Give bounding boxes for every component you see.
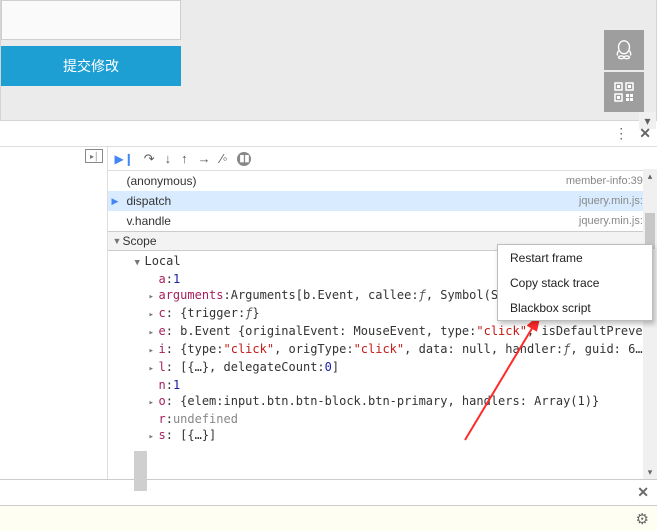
text-input-box[interactable]: [1, 0, 181, 40]
call-stack: (anonymous) member-info:397 ▶ dispatch j…: [108, 171, 657, 231]
toggle-navigator-icon[interactable]: ▸│: [85, 149, 103, 163]
frame-location: jquery.min.js:2: [579, 195, 649, 207]
scope-var[interactable]: n: 1: [116, 377, 657, 393]
scope-var[interactable]: ▸i: {type: "click", origType: "click", d…: [116, 341, 657, 359]
scroll-up-icon[interactable]: ▴: [643, 169, 657, 183]
close-icon[interactable]: ✕: [639, 125, 651, 142]
frame-location: jquery.min.js:2: [579, 215, 649, 227]
scope-var[interactable]: r: undefined: [116, 411, 657, 427]
kebab-menu-icon[interactable]: ⋮: [614, 125, 629, 142]
deactivate-breakpoints-icon[interactable]: ⁄◦: [221, 151, 228, 166]
qq-icon[interactable]: [604, 30, 644, 70]
context-menu: Restart frame Copy stack trace Blackbox …: [497, 244, 653, 321]
close-drawer-icon[interactable]: ✕: [637, 484, 649, 501]
call-stack-frame[interactable]: v.handle jquery.min.js:2: [108, 211, 657, 231]
floating-actions: [604, 30, 644, 112]
menu-restart-frame[interactable]: Restart frame: [498, 245, 652, 270]
scope-var[interactable]: ▸s: [{…}]: [116, 427, 657, 445]
frame-name: v.handle: [126, 214, 170, 228]
step-out-icon[interactable]: ↑: [181, 151, 188, 166]
scope-var[interactable]: ▸o: {elem: input.btn.btn-block.btn-prima…: [116, 393, 657, 411]
page-background: 提交修改 ▾: [0, 0, 657, 121]
console-drawer: ⚙: [0, 505, 657, 531]
menu-blackbox-script[interactable]: Blackbox script: [498, 295, 652, 320]
settings-gear-icon[interactable]: ⚙: [636, 510, 649, 528]
menu-copy-stack-trace[interactable]: Copy stack trace: [498, 270, 652, 295]
frame-name: (anonymous): [126, 174, 196, 188]
scope-var[interactable]: ▸e: b.Event {originalEvent: MouseEvent, …: [116, 323, 657, 341]
scope-title: Scope: [122, 234, 156, 248]
devtools-panel: ⋮ ✕ ▸│ ▶❙ ↷ ↓ ↑ → ⁄◦ ▮▮ (anonymous) memb…: [0, 121, 657, 531]
frame-location: member-info:397: [566, 175, 649, 187]
current-frame-icon: ▶: [111, 196, 118, 207]
drawer-bar: ✕: [0, 479, 657, 505]
call-stack-frame[interactable]: ▶ dispatch jquery.min.js:2: [108, 191, 657, 211]
debugger-toolbar: ▶❙ ↷ ↓ ↑ → ⁄◦ ▮▮: [108, 147, 657, 171]
qrcode-icon[interactable]: [604, 72, 644, 112]
step-into-icon[interactable]: ↓: [165, 151, 172, 166]
call-stack-frame[interactable]: (anonymous) member-info:397: [108, 171, 657, 191]
submit-label: 提交修改: [63, 56, 119, 76]
resume-icon[interactable]: ▶❙: [114, 152, 133, 166]
pause-exceptions-icon[interactable]: ▮▮: [237, 152, 251, 166]
step-over-icon[interactable]: ↷: [144, 151, 155, 167]
devtools-top-bar: ⋮ ✕: [0, 121, 657, 147]
submit-button[interactable]: 提交修改: [1, 46, 181, 86]
step-icon[interactable]: →: [198, 151, 211, 166]
scrollbar-vertical[interactable]: ▴ ▾: [643, 169, 657, 479]
scope-var[interactable]: ▸l: [{…}, delegateCount: 0]: [116, 359, 657, 377]
frame-name: dispatch: [126, 194, 171, 208]
sources-left-pane: ▸│: [0, 147, 108, 479]
scroll-down-icon[interactable]: ▾: [643, 465, 657, 479]
